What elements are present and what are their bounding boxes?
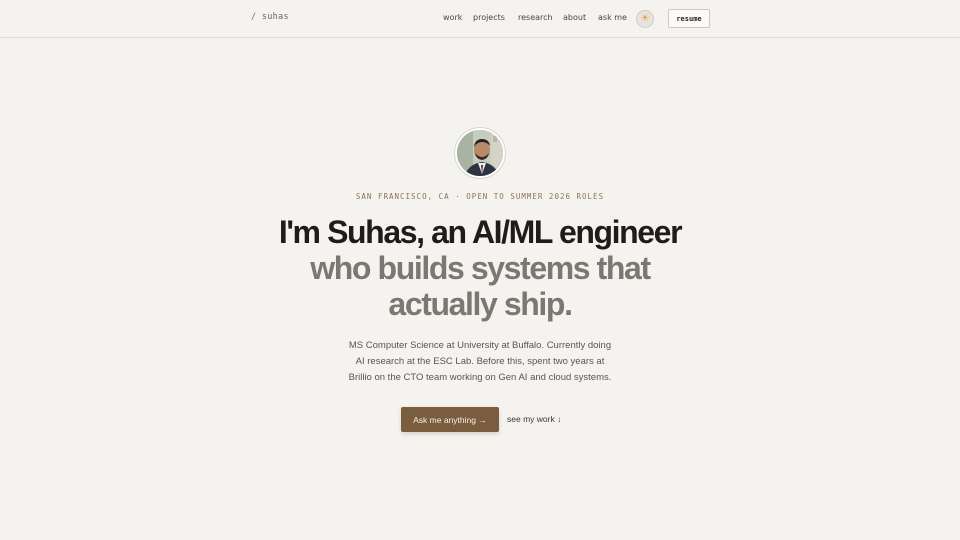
headline-line-3: actually ship. <box>388 286 573 322</box>
nav-link-ask-me[interactable]: ask me <box>598 13 627 22</box>
bio-line-1: MS Computer Science at University at Buf… <box>348 340 612 351</box>
headline-line-2: who builds systems that <box>310 250 651 286</box>
sun-icon: ☀ <box>640 13 650 24</box>
nav-link-research[interactable]: research <box>518 13 553 22</box>
headline-line-1: I'm Suhas, an AI/ML engineer <box>278 214 683 250</box>
resume-button[interactable]: resume <box>668 9 710 28</box>
nav-link-about[interactable]: about <box>563 13 586 22</box>
ask-me-anything-button[interactable]: Ask me anything → <box>401 407 499 432</box>
bio-line-3: Brillio on the CTO team working on Gen A… <box>348 372 612 383</box>
main-nav: work projects research about ask me <box>0 13 960 27</box>
nav-link-work[interactable]: work <box>443 13 462 22</box>
avatar <box>455 128 505 178</box>
site-header: / suhas work projects research about ask… <box>0 0 960 38</box>
avatar-photo <box>457 130 503 176</box>
hero-headline: I'm Suhas, an AI/ML engineer who builds … <box>0 214 960 322</box>
bio-line-2: AI research at the ESC Lab. Before this,… <box>355 356 605 367</box>
see-my-work-link[interactable]: see my work ↓ <box>507 414 561 424</box>
nav-link-projects[interactable]: projects <box>473 13 505 22</box>
theme-toggle-button[interactable]: ☀ <box>636 10 654 28</box>
location-tagline: SAN FRANCISCO, CA · OPEN TO SUMMER 2026 … <box>355 192 605 201</box>
hero-bio: MS Computer Science at University at Buf… <box>330 338 630 386</box>
